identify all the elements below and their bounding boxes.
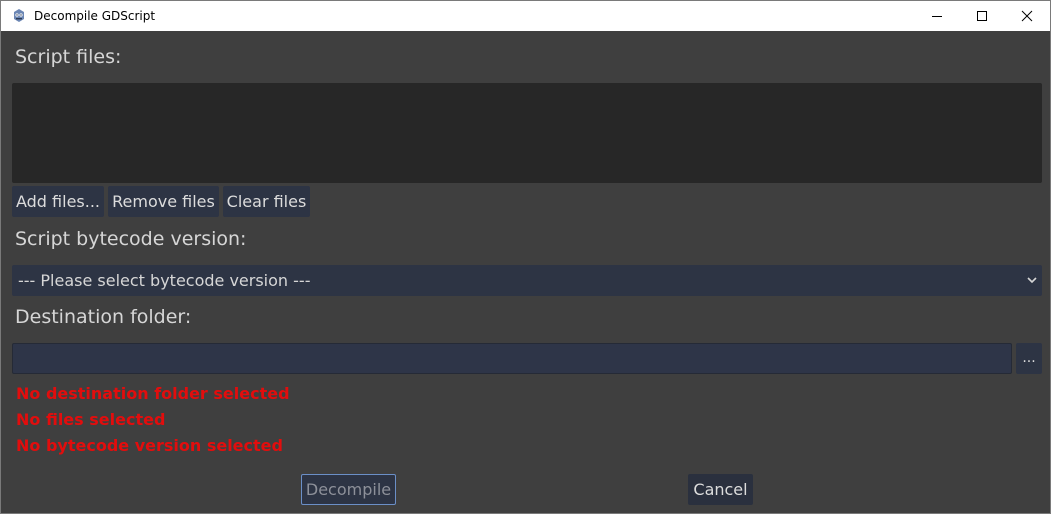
dialog-content: Script files: Add files... Remove files … (1, 31, 1050, 513)
chevron-down-icon (1027, 277, 1037, 284)
browse-folder-button[interactable]: ... (1016, 343, 1042, 374)
cancel-button[interactable]: Cancel (688, 474, 753, 505)
decompile-dialog-window: Decompile GDScript Script files: Add fil… (0, 0, 1051, 514)
bytecode-version-label: Script bytecode version: (15, 228, 247, 250)
minimize-button[interactable] (914, 1, 960, 31)
script-file-list[interactable] (12, 83, 1042, 183)
title-bar[interactable]: Decompile GDScript (1, 1, 1050, 31)
error-no-destination: No destination folder selected (16, 384, 290, 403)
close-icon (1021, 10, 1033, 22)
bytecode-version-select[interactable]: --- Please select bytecode version --- (12, 265, 1042, 296)
destination-folder-label: Destination folder: (15, 306, 192, 328)
maximize-button[interactable] (959, 1, 1005, 31)
minimize-icon (932, 16, 942, 17)
error-no-files: No files selected (16, 410, 166, 429)
add-files-button[interactable]: Add files... (12, 186, 104, 217)
close-button[interactable] (1004, 1, 1050, 31)
bytecode-version-selected: --- Please select bytecode version --- (18, 271, 311, 290)
destination-folder-input[interactable] (12, 343, 1012, 374)
decompile-button[interactable]: Decompile (301, 474, 396, 505)
clear-files-button[interactable]: Clear files (223, 186, 310, 217)
maximize-icon (977, 11, 987, 21)
window-title: Decompile GDScript (34, 9, 156, 23)
remove-files-button[interactable]: Remove files (108, 186, 219, 217)
script-files-label: Script files: (15, 46, 122, 68)
error-no-bytecode-version: No bytecode version selected (16, 436, 283, 455)
godot-icon (12, 8, 26, 23)
